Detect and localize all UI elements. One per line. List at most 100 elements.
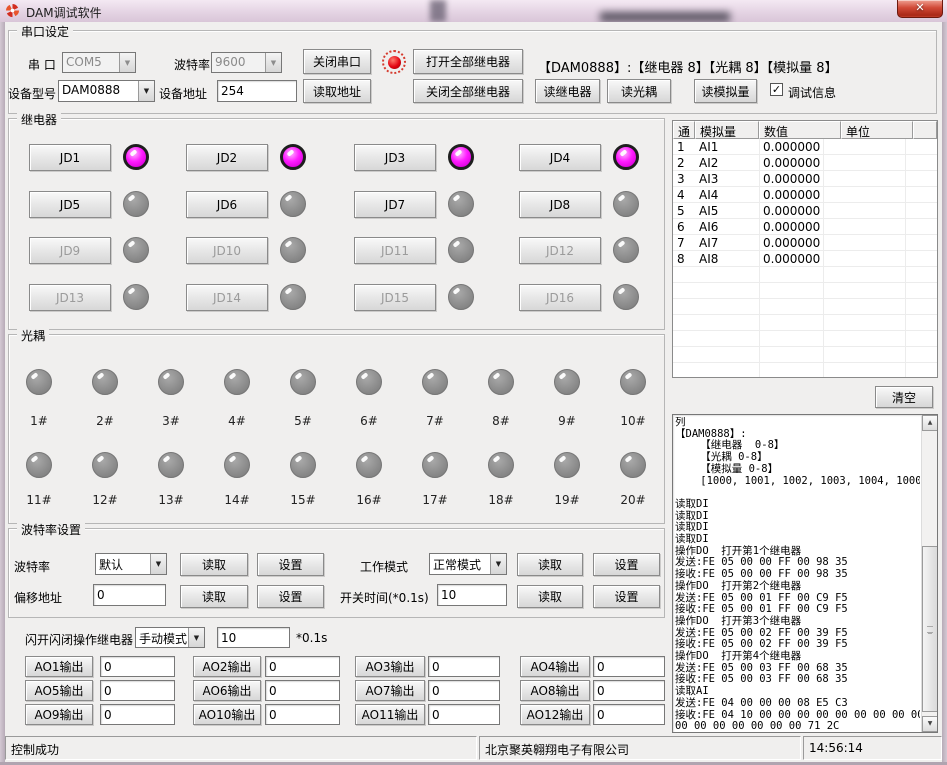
close-all-relays-button[interactable]: 关闭全部继电器 bbox=[413, 79, 523, 103]
close-button[interactable]: ✕ bbox=[897, 0, 943, 18]
relay-button-jd3[interactable]: JD3 bbox=[354, 144, 436, 171]
relay-led-8 bbox=[613, 191, 639, 217]
ao-output-button-11[interactable]: AO11输出 bbox=[355, 704, 425, 725]
relay-led-5 bbox=[123, 191, 149, 217]
ao-output-input-10[interactable] bbox=[265, 704, 340, 725]
relay-led-15 bbox=[448, 284, 474, 310]
port-combo[interactable]: COM5 ▼ bbox=[62, 52, 136, 73]
workmode-set-button[interactable]: 设置 bbox=[593, 553, 660, 576]
chevron-down-icon[interactable]: ▼ bbox=[265, 53, 281, 72]
ao-output-input-1[interactable] bbox=[100, 656, 175, 677]
scroll-down-button[interactable]: ▼ bbox=[922, 716, 938, 732]
model-combo-value: DAM0888 bbox=[59, 81, 138, 101]
chevron-down-icon[interactable]: ▼ bbox=[119, 53, 135, 72]
ao-output-button-8[interactable]: AO8输出 bbox=[520, 680, 590, 701]
offset-set-button[interactable]: 设置 bbox=[257, 585, 324, 608]
ao-output-input-12[interactable] bbox=[593, 704, 665, 725]
ao-output-button-12[interactable]: AO12输出 bbox=[520, 704, 590, 725]
relay-button-jd7[interactable]: JD7 bbox=[354, 191, 436, 218]
workmode-read-button[interactable]: 读取 bbox=[517, 553, 583, 576]
debug-info-checkbox[interactable]: ✓ bbox=[770, 83, 783, 96]
baud-combo[interactable]: 9600 ▼ bbox=[211, 52, 282, 73]
baudrate-read-button[interactable]: 读取 bbox=[180, 553, 248, 576]
relay-button-jd8[interactable]: JD8 bbox=[519, 191, 601, 218]
relay-button-jd2[interactable]: JD2 bbox=[186, 144, 268, 171]
clear-log-button[interactable]: 清空 bbox=[875, 386, 933, 408]
ao-output-button-6[interactable]: AO6输出 bbox=[193, 680, 261, 701]
relay-button-jd4[interactable]: JD4 bbox=[519, 144, 601, 171]
ao-output-button-9[interactable]: AO9输出 bbox=[25, 704, 93, 725]
switch-time-input[interactable] bbox=[437, 584, 507, 606]
ao-output-button-1[interactable]: AO1输出 bbox=[25, 656, 93, 677]
open-all-relays-button[interactable]: 打开全部继电器 bbox=[413, 49, 523, 74]
analog-col-header[interactable]: 模拟量 bbox=[695, 121, 759, 139]
log-scrollbar[interactable]: ▲ ▼ bbox=[921, 415, 937, 732]
ao-output-button-3[interactable]: AO3输出 bbox=[355, 656, 425, 677]
ao-output-input-2[interactable] bbox=[265, 656, 340, 677]
chevron-down-icon[interactable]: ▼ bbox=[150, 554, 166, 574]
table-row[interactable]: 5AI50.000000 bbox=[673, 203, 937, 219]
chevron-down-icon[interactable]: ▼ bbox=[188, 628, 204, 647]
switchtime-set-button[interactable]: 设置 bbox=[593, 585, 660, 608]
ao-output-input-3[interactable] bbox=[428, 656, 500, 677]
relay-button-jd14[interactable]: JD14 bbox=[186, 284, 268, 311]
ao-output-button-4[interactable]: AO4输出 bbox=[520, 656, 590, 677]
read-relay-button[interactable]: 读继电器 bbox=[535, 79, 600, 103]
scroll-up-button[interactable]: ▲ bbox=[922, 415, 938, 431]
table-row[interactable]: 7AI70.000000 bbox=[673, 235, 937, 251]
table-row[interactable]: 4AI40.000000 bbox=[673, 187, 937, 203]
table-row[interactable]: 6AI60.000000 bbox=[673, 219, 937, 235]
table-row[interactable]: 3AI30.000000 bbox=[673, 171, 937, 187]
analog-col-header[interactable]: 通 bbox=[673, 121, 695, 139]
relay-button-jd10[interactable]: JD10 bbox=[186, 237, 268, 264]
read-analog-button[interactable]: 读模拟量 bbox=[694, 79, 757, 103]
relay-button-jd12[interactable]: JD12 bbox=[519, 237, 601, 264]
ao-output-button-5[interactable]: AO5输出 bbox=[25, 680, 93, 701]
relay-button-jd13[interactable]: JD13 bbox=[29, 284, 111, 311]
ao-output-button-2[interactable]: AO2输出 bbox=[193, 656, 261, 677]
relay-button-jd9[interactable]: JD9 bbox=[29, 237, 111, 264]
table-row[interactable]: 2AI20.000000 bbox=[673, 155, 937, 171]
baudrate-set-button[interactable]: 设置 bbox=[257, 553, 324, 576]
workmode-combo[interactable]: 正常模式 ▼ bbox=[429, 553, 507, 575]
ao-output-input-9[interactable] bbox=[100, 704, 175, 725]
flash-time-input[interactable] bbox=[217, 627, 290, 648]
ao-output-input-11[interactable] bbox=[428, 704, 500, 725]
relay-button-jd6[interactable]: JD6 bbox=[186, 191, 268, 218]
switchtime-read-button[interactable]: 读取 bbox=[517, 585, 583, 608]
table-cell: AI6 bbox=[695, 219, 759, 235]
opto-led-3 bbox=[158, 369, 184, 395]
ao-output-input-5[interactable] bbox=[100, 680, 175, 701]
ao-output-input-6[interactable] bbox=[265, 680, 340, 701]
offset-addr-input[interactable] bbox=[93, 584, 166, 606]
relay-button-jd16[interactable]: JD16 bbox=[519, 284, 601, 311]
relay-led-9 bbox=[123, 237, 149, 263]
read-addr-button[interactable]: 读取地址 bbox=[303, 79, 371, 103]
chevron-down-icon[interactable]: ▼ bbox=[490, 554, 506, 574]
offset-read-button[interactable]: 读取 bbox=[180, 585, 248, 608]
ao-output-input-7[interactable] bbox=[428, 680, 500, 701]
relay-button-jd11[interactable]: JD11 bbox=[354, 237, 436, 264]
log-output[interactable]: 列 【DAM0888】: 【继电器 0-8】 【光耦 0-8】 【模拟量 0-8… bbox=[675, 417, 920, 732]
relay-button-jd1[interactable]: JD1 bbox=[29, 144, 111, 171]
device-addr-input[interactable] bbox=[217, 80, 297, 102]
baudrate-combo[interactable]: 默认 ▼ bbox=[95, 553, 167, 575]
ao-output-input-4[interactable] bbox=[593, 656, 665, 677]
flash-mode-combo[interactable]: 手动模式 ▼ bbox=[135, 627, 205, 648]
analog-col-header[interactable] bbox=[913, 121, 937, 139]
read-opto-button[interactable]: 读光耦 bbox=[607, 79, 671, 103]
table-row[interactable]: 1AI10.000000 bbox=[673, 139, 937, 155]
relay-button-jd15[interactable]: JD15 bbox=[354, 284, 436, 311]
table-cell: 4 bbox=[673, 187, 695, 203]
table-row[interactable]: 8AI80.000000 bbox=[673, 251, 937, 267]
ao-output-input-8[interactable] bbox=[593, 680, 665, 701]
close-serial-button[interactable]: 关闭串口 bbox=[303, 49, 371, 74]
ao-output-button-7[interactable]: AO7输出 bbox=[355, 680, 425, 701]
model-combo[interactable]: DAM0888 ▼ bbox=[58, 80, 155, 102]
analog-col-header[interactable]: 单位 bbox=[841, 121, 913, 139]
scrollbar-thumb[interactable] bbox=[922, 546, 938, 712]
relay-button-jd5[interactable]: JD5 bbox=[29, 191, 111, 218]
analog-col-header[interactable]: 数值 bbox=[759, 121, 841, 139]
ao-output-button-10[interactable]: AO10输出 bbox=[193, 704, 261, 725]
chevron-down-icon[interactable]: ▼ bbox=[138, 81, 154, 101]
